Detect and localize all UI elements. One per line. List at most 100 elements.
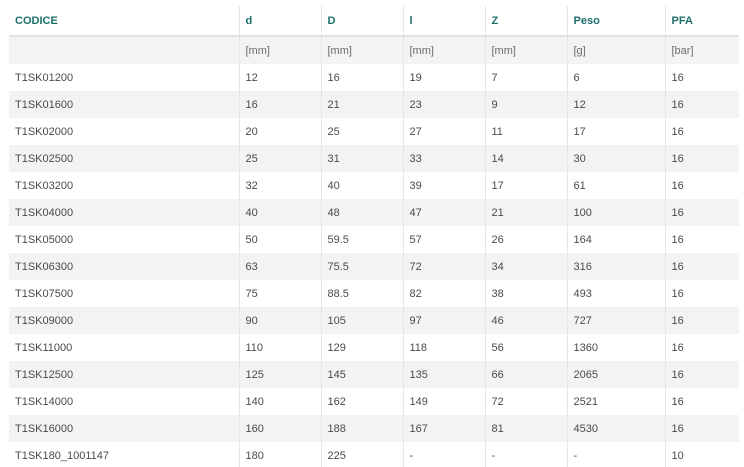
table-cell: - (566, 442, 665, 467)
table-cell: 90 (238, 307, 321, 334)
column-header-peso: Peso (566, 6, 665, 37)
table-row: T1SK04000 40 48 47 21 100 16 (9, 199, 739, 226)
column-header-pfa: PFA (664, 6, 739, 37)
table-cell: 2065 (566, 361, 665, 388)
table-row: T1SK01200 12 16 19 7 6 16 (9, 64, 739, 91)
unit-cell: [mm] (402, 36, 485, 64)
table-cell: 81 (484, 415, 567, 442)
product-code-cell: T1SK12500 (9, 361, 239, 388)
table-row: T1SK07500 75 88.5 82 38 493 16 (9, 280, 739, 307)
product-code-cell: T1SK11000 (9, 334, 239, 361)
unit-cell: [mm] (320, 36, 403, 64)
table-row: T1SK02500 25 31 33 14 30 16 (9, 145, 739, 172)
table-cell: 12 (238, 64, 321, 91)
product-code-cell: T1SK02500 (9, 145, 239, 172)
table-cell: 16 (664, 91, 739, 118)
table-cell: 16 (664, 172, 739, 199)
table-cell: 30 (566, 145, 665, 172)
table-row: T1SK06300 63 75.5 72 34 316 16 (9, 253, 739, 280)
table-cell: 140 (238, 388, 321, 415)
table-cell: 47 (402, 199, 485, 226)
table-header: CODICE d D l Z Peso PFA (9, 6, 739, 37)
table-cell: 16 (664, 118, 739, 145)
table-cell: 316 (566, 253, 665, 280)
table-cell: 2521 (566, 388, 665, 415)
table-cell: 16 (664, 280, 739, 307)
header-row: CODICE d D l Z Peso PFA (9, 6, 739, 37)
unit-cell (9, 36, 239, 64)
table-cell: 6 (566, 64, 665, 91)
product-code-cell: T1SK180_1001147 (9, 442, 239, 467)
table-cell: 66 (484, 361, 567, 388)
table-cell: 16 (664, 199, 739, 226)
table-cell: 135 (402, 361, 485, 388)
table-cell: 10 (664, 442, 739, 467)
table-cell: 16 (320, 64, 403, 91)
table-cell: 9 (484, 91, 567, 118)
table-cell: 72 (402, 253, 485, 280)
table-cell: 16 (664, 307, 739, 334)
table-cell: 100 (566, 199, 665, 226)
table-cell: - (484, 442, 567, 467)
table-cell: 61 (566, 172, 665, 199)
table-cell: 1360 (566, 334, 665, 361)
column-header-D: D (320, 6, 403, 37)
column-header-d: d (238, 6, 321, 37)
table-cell: 145 (320, 361, 403, 388)
table-cell: 12 (566, 91, 665, 118)
table-cell: 125 (238, 361, 321, 388)
table-row: T1SK03200 32 40 39 17 61 16 (9, 172, 739, 199)
product-code-cell: T1SK01600 (9, 91, 239, 118)
table-cell: 39 (402, 172, 485, 199)
table-cell: 57 (402, 226, 485, 253)
product-code-cell: T1SK07500 (9, 280, 239, 307)
table-cell: 26 (484, 226, 567, 253)
product-code-cell: T1SK06300 (9, 253, 239, 280)
product-table-container: CODICE d D l Z Peso PFA [mm] [mm] [mm] [… (0, 0, 744, 467)
table-row: T1SK14000 140 162 149 72 2521 16 (9, 388, 739, 415)
table-cell: 727 (566, 307, 665, 334)
table-cell: 162 (320, 388, 403, 415)
table-cell: 27 (402, 118, 485, 145)
table-cell: 16 (664, 361, 739, 388)
table-cell: 16 (664, 226, 739, 253)
table-cell: 21 (320, 91, 403, 118)
table-cell: 88.5 (320, 280, 403, 307)
table-cell: 56 (484, 334, 567, 361)
table-row: T1SK16000 160 188 167 81 4530 16 (9, 415, 739, 442)
table-cell: 82 (402, 280, 485, 307)
table-row: T1SK01600 16 21 23 9 12 16 (9, 91, 739, 118)
unit-cell: [bar] (664, 36, 739, 64)
table-cell: 34 (484, 253, 567, 280)
product-code-cell: T1SK03200 (9, 172, 239, 199)
table-cell: 188 (320, 415, 403, 442)
table-cell: 31 (320, 145, 403, 172)
table-cell: 16 (664, 415, 739, 442)
product-code-cell: T1SK04000 (9, 199, 239, 226)
table-row: T1SK11000 110 129 118 56 1360 16 (9, 334, 739, 361)
table-cell: 11 (484, 118, 567, 145)
table-cell: 493 (566, 280, 665, 307)
table-cell: 38 (484, 280, 567, 307)
table-cell: 40 (238, 199, 321, 226)
table-cell: 16 (664, 145, 739, 172)
column-header-l: l (402, 6, 485, 37)
table-cell: 16 (664, 64, 739, 91)
table-cell: 33 (402, 145, 485, 172)
table-cell: 20 (238, 118, 321, 145)
table-cell: 97 (402, 307, 485, 334)
table-cell: 75.5 (320, 253, 403, 280)
table-cell: 14 (484, 145, 567, 172)
product-code-cell: T1SK01200 (9, 64, 239, 91)
table-cell: 16 (238, 91, 321, 118)
table-cell: 23 (402, 91, 485, 118)
unit-cell: [mm] (484, 36, 567, 64)
table-row: T1SK02000 20 25 27 11 17 16 (9, 118, 739, 145)
table-cell: 48 (320, 199, 403, 226)
table-cell: 25 (238, 145, 321, 172)
table-cell: 17 (566, 118, 665, 145)
table-cell: 225 (320, 442, 403, 467)
table-cell: 16 (664, 253, 739, 280)
table-cell: 59.5 (320, 226, 403, 253)
table-cell: 63 (238, 253, 321, 280)
